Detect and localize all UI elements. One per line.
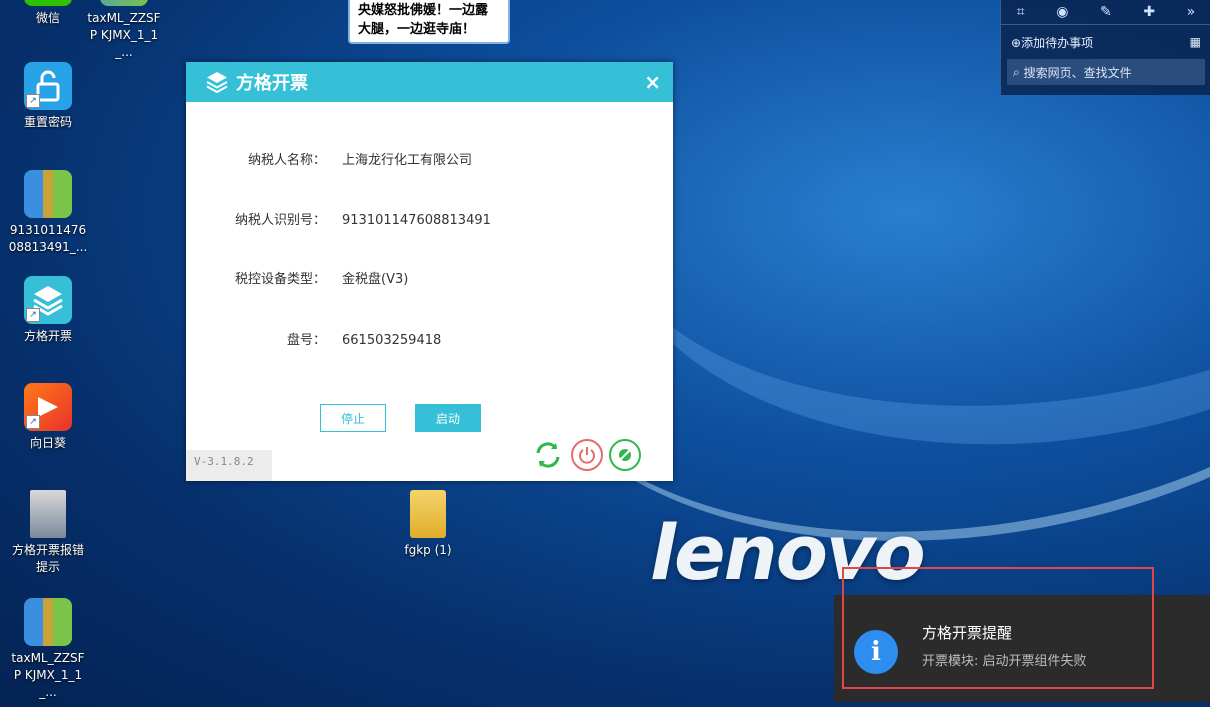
shortcut-arrow-icon: ↗ bbox=[26, 415, 40, 429]
field-taxpayer-id: 纳税人识别号： 913101147608813491 bbox=[186, 209, 491, 228]
field-value: 913101147608813491 bbox=[342, 213, 491, 228]
news-line-1: 央媒怒批佛媛！一边露 bbox=[358, 3, 489, 18]
qrcode-icon[interactable]: ▦ bbox=[1190, 35, 1201, 49]
desktop-icon-taxml-top[interactable]: taxML_ZZSFP KJMX_1_1_... bbox=[84, 0, 164, 61]
search-placeholder: 搜索网页、查找文件 bbox=[1023, 65, 1132, 80]
stop-button[interactable]: 停止 bbox=[320, 404, 386, 432]
field-label: 纳税人识别号： bbox=[234, 213, 326, 228]
version-label: V-3.1.8.2 bbox=[186, 450, 272, 481]
field-taxpayer-name: 纳税人名称： 上海龙行化工有限公司 bbox=[186, 149, 472, 168]
search-widget: ⌗ ◉ ✎ ✚ » ⊕添加待办事项 ▦ ⌕ 搜索网页、查找文件 bbox=[1000, 0, 1210, 95]
start-button[interactable]: 启动 bbox=[415, 404, 481, 432]
news-popup[interactable]: 央媒怒批佛媛！一边露 大腿，一边逛寺庙！ bbox=[348, 0, 510, 44]
field-disk-number: 盘号： 661503259418 bbox=[186, 329, 441, 348]
field-device-type: 税控设备类型： 金税盘(V3) bbox=[186, 268, 408, 287]
archive-icon bbox=[24, 598, 72, 646]
desktop-icon-xiangrikui[interactable]: ↗ 向日葵 bbox=[8, 383, 88, 452]
shortcut-arrow-icon: ↗ bbox=[26, 308, 40, 322]
search-icon: ⌕ bbox=[1013, 64, 1020, 79]
dialog-title: 方格开票 bbox=[236, 73, 308, 94]
lock-icon: ↗ bbox=[24, 62, 72, 110]
news-line-2: 大腿，一边逛寺庙！ bbox=[358, 22, 476, 37]
folder-icon bbox=[410, 490, 446, 538]
desktop-icon-fgkp-folder[interactable]: fgkp (1) bbox=[388, 490, 468, 559]
field-label: 税控设备类型： bbox=[234, 272, 326, 287]
desktop-icon-error-tip[interactable]: 方格开票报错提示 bbox=[8, 490, 88, 576]
power-icon[interactable] bbox=[571, 439, 603, 471]
field-label: 盘号： bbox=[286, 333, 326, 348]
field-label: 纳税人名称： bbox=[247, 153, 326, 168]
field-value: 661503259418 bbox=[342, 333, 442, 348]
archive-icon bbox=[100, 0, 148, 6]
widget-search-input[interactable]: ⌕ 搜索网页、查找文件 bbox=[1007, 59, 1205, 85]
eye-icon[interactable]: ◉ bbox=[1056, 4, 1068, 20]
desktop-icon-archive-9131[interactable]: 9131011476 08813491_... bbox=[8, 170, 88, 256]
add-todo-row[interactable]: ⊕添加待办事项 ▦ bbox=[1001, 25, 1210, 59]
layers-icon: ↗ bbox=[24, 276, 72, 324]
connect-icon[interactable] bbox=[609, 439, 641, 471]
puzzle-icon[interactable]: ✚ bbox=[1143, 4, 1155, 20]
desktop-icon-wechat[interactable]: 微信 bbox=[8, 0, 88, 27]
sunflower-icon: ↗ bbox=[24, 383, 72, 431]
highlight-box bbox=[842, 567, 1154, 689]
add-todo-label: 添加待办事项 bbox=[1021, 35, 1094, 50]
desktop-icon-reset-password[interactable]: ↗ 重置密码 bbox=[8, 62, 88, 131]
desktop-icon-taxml-bottom[interactable]: taxML_ZZSFP KJMX_1_1_... bbox=[8, 598, 88, 701]
crop-icon[interactable]: ⌗ bbox=[1017, 4, 1025, 20]
close-icon[interactable]: × bbox=[644, 70, 661, 94]
field-value: 上海龙行化工有限公司 bbox=[342, 153, 473, 168]
fangge-dialog: 方格开票 × 纳税人名称： 上海龙行化工有限公司 纳税人识别号： 913101147… bbox=[186, 62, 673, 481]
wechat-icon bbox=[24, 0, 72, 6]
archive-icon bbox=[24, 170, 72, 218]
desktop-icon-fanggekaipiao[interactable]: ↗ 方格开票 bbox=[8, 276, 88, 345]
refresh-icon[interactable] bbox=[532, 439, 564, 471]
image-file-icon bbox=[30, 490, 66, 538]
plus-circle-icon: ⊕ bbox=[1011, 35, 1022, 50]
shortcut-arrow-icon: ↗ bbox=[26, 94, 40, 108]
dialog-titlebar[interactable]: 方格开票 × bbox=[186, 62, 673, 102]
layers-icon bbox=[206, 72, 228, 94]
expand-icon[interactable]: » bbox=[1187, 4, 1196, 20]
field-value: 金税盘(V3) bbox=[342, 272, 409, 287]
note-icon[interactable]: ✎ bbox=[1100, 4, 1112, 20]
widget-toolbar: ⌗ ◉ ✎ ✚ » bbox=[1001, 0, 1210, 25]
